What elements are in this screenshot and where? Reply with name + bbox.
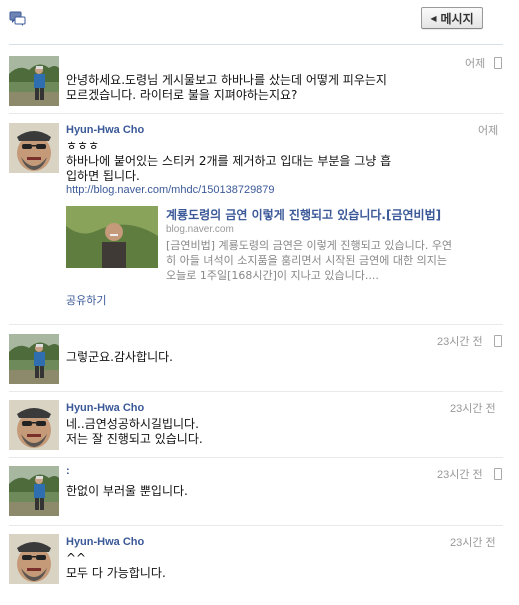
back-to-messages-button[interactable]: ◀ 메시지 — [421, 7, 483, 29]
header-divider — [9, 44, 503, 45]
conversation-header: ◀ 메시지 — [0, 0, 519, 44]
mobile-phone-icon — [494, 57, 502, 69]
message-divider — [9, 324, 503, 325]
avatar[interactable] — [9, 400, 59, 450]
mobile-phone-icon — [494, 468, 502, 480]
message-text: 그렇군요.감사합니다. — [66, 350, 173, 364]
back-button-label: 메시지 — [440, 11, 474, 26]
attachment-description: [금연비법] 계룡도령의 금연은 이렇게 진행되고 있습니다. 우연 히 아들 … — [166, 239, 453, 282]
avatar[interactable] — [9, 123, 59, 173]
message-text: 한없이 부러울 뿐입니다. — [66, 484, 188, 498]
sender-name[interactable]: Hyun-Hwa Cho — [66, 402, 144, 414]
message-divider — [9, 525, 503, 526]
timestamp: 23시간 전 — [450, 403, 496, 415]
message-divider — [9, 391, 503, 392]
message-link[interactable]: http://blog.naver.com/mhdc/150138729879 — [66, 184, 275, 196]
attachment-thumbnail[interactable] — [66, 206, 158, 268]
sender-name[interactable]: : — [66, 465, 70, 477]
chat-bubbles-icon — [9, 10, 27, 28]
timestamp: 23시간 전 — [450, 537, 496, 549]
avatar[interactable] — [9, 334, 59, 384]
attachment-title[interactable]: 계룡도령의 금연 이렇게 진행되고 있습니다.[금연비법] — [166, 206, 441, 223]
avatar[interactable] — [9, 56, 59, 106]
mobile-phone-icon — [494, 335, 502, 347]
triangle-left-icon: ◀ — [430, 13, 437, 23]
message-divider — [9, 457, 503, 458]
message-text: 네..금연성공하시길빕니다. 저는 잘 진행되고 있습니다. — [66, 417, 203, 446]
sender-name[interactable]: Hyun-Hwa Cho — [66, 536, 144, 548]
timestamp: 23시간 전 — [437, 469, 483, 481]
avatar[interactable] — [9, 466, 59, 516]
share-link[interactable]: 공유하기 — [66, 292, 106, 308]
attachment-domain: blog.naver.com — [166, 224, 234, 235]
avatar[interactable] — [9, 534, 59, 584]
sender-name[interactable]: Hyun-Hwa Cho — [66, 124, 144, 136]
message-text: 안녕하세요.도령님 게시물보고 하바나를 샀는데 어떻게 피우는지 모르겠습니다… — [66, 73, 387, 102]
timestamp: 어제 — [478, 125, 499, 137]
timestamp: 어제 — [465, 58, 486, 70]
message-text: ^^ 모두 다 가능합니다. — [66, 551, 166, 580]
timestamp: 23시간 전 — [437, 336, 483, 348]
message-text: ㅎㅎㅎ 하바나에 붙어있는 스티커 2개를 제거하고 입대는 부분을 그냥 흡 … — [66, 139, 392, 183]
message-divider — [9, 113, 503, 114]
